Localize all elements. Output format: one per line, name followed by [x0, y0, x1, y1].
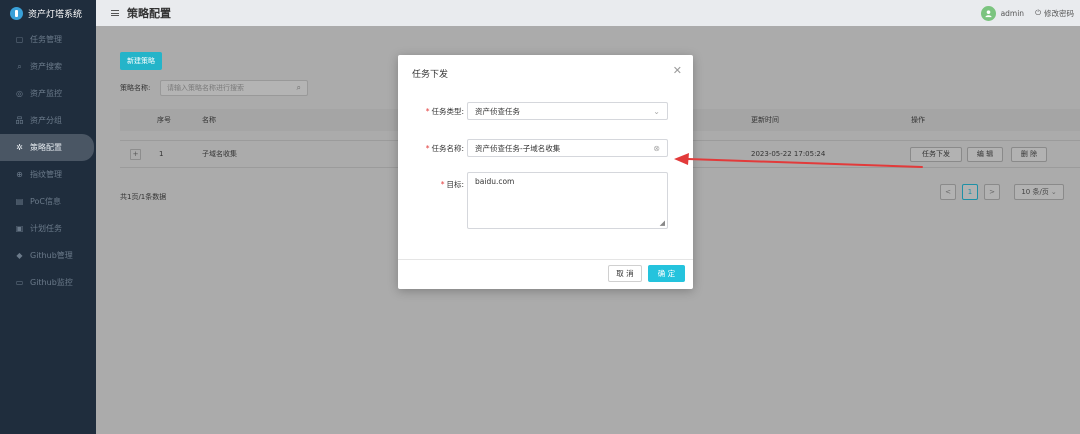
- cancel-button[interactable]: 取 消: [608, 265, 642, 282]
- clear-icon[interactable]: ⊗: [653, 144, 660, 153]
- sidebar-item-label: Github监控: [30, 278, 73, 287]
- search-placeholder: 请输入策略名称进行搜索: [167, 84, 244, 92]
- target-label: * 目标:: [441, 179, 464, 190]
- sidebar-item[interactable]: ▣ 计划任务: [0, 215, 96, 242]
- col-name: 名称: [202, 116, 216, 124]
- filter-label: 策略名称:: [120, 84, 151, 92]
- dialog-title: 任务下发: [412, 70, 449, 80]
- chevron-down-icon: ⌄: [1050, 188, 1057, 196]
- document-icon: ▤: [15, 197, 24, 206]
- required-asterisk: *: [425, 107, 430, 116]
- sidebar-menu: ▢ 任务管理 ⌕ 资产搜索 ◎ 资产监控品资产分组 ✲ 策略配置 ⊕ 指纹管理 ▤ PoC信息 ▣ 计划任…: [0, 26, 96, 296]
- close-icon[interactable]: ✕: [673, 64, 682, 77]
- strategy-search-input[interactable]: 请输入策略名称进行搜索 ⌕: [160, 80, 308, 96]
- annotation-arrow-icon: [674, 153, 923, 168]
- task-name-input[interactable]: 资产侦查任务-子域名收集 ⊗: [467, 139, 668, 157]
- sidebar-item[interactable]: ▢ 任务管理: [0, 26, 96, 53]
- sidebar-item-label: 计划任务: [30, 224, 62, 233]
- task-type-label-text: 任务类型:: [431, 107, 464, 116]
- page-size-select[interactable]: 10 条/页 ⌄: [1014, 184, 1064, 200]
- target-textarea[interactable]: baidu.com ◢: [467, 172, 668, 229]
- page-1-button[interactable]: 1: [962, 184, 978, 200]
- sidebar-item-label: 资产分组: [30, 116, 62, 125]
- calendar-icon: ▣: [15, 224, 24, 233]
- chevron-down-icon: ⌄: [653, 106, 660, 116]
- dispatch-task-dialog: 任务下发 ✕ * 任务类型: 资产侦查任务 ⌄ * 任务名称: 资产侦查任务-子域名…: [398, 55, 693, 289]
- page-title: 策略配置: [127, 7, 171, 20]
- sidebar-item[interactable]: ⊕ 指纹管理: [0, 161, 96, 188]
- user-area: admin ⏻ 修改密码: [980, 5, 1080, 21]
- new-strategy-button[interactable]: 新建策略: [120, 52, 162, 70]
- sidebar-item[interactable]: ▭ Github监控: [0, 269, 96, 296]
- sidebar-item[interactable]: ◆ Github管理: [0, 242, 96, 269]
- sidebar-item[interactable]: ◎ 资产监控: [0, 80, 96, 107]
- menu-toggle-icon[interactable]: [111, 10, 119, 16]
- edit-button[interactable]: 编 辑: [967, 146, 1003, 162]
- search-icon: ⌕: [17, 61, 22, 71]
- target-value: baidu.com: [475, 177, 515, 186]
- hierarchy-icon: 品: [15, 116, 24, 125]
- row-name: 子域名收集: [202, 150, 237, 158]
- sidebar-item[interactable]: ▤ PoC信息: [0, 188, 96, 215]
- next-page-button[interactable]: >: [984, 184, 1000, 200]
- task-name-label-text: 任务名称:: [431, 144, 464, 153]
- required-asterisk: *: [425, 144, 430, 153]
- user-icon: [984, 9, 992, 17]
- task-type-select[interactable]: 资产侦查任务 ⌄: [467, 102, 668, 120]
- fingerprint-icon: ⊕: [16, 170, 23, 179]
- sidebar-item-label: 策略配置: [30, 143, 62, 152]
- avatar[interactable]: [980, 5, 996, 21]
- search-icon[interactable]: ⌕: [297, 83, 301, 93]
- github-icon: ◆: [16, 251, 23, 260]
- sidebar-item-label: 指纹管理: [30, 170, 62, 179]
- sidebar-item-label: 资产搜索: [30, 62, 62, 71]
- target-label-text: 目标:: [446, 180, 464, 189]
- prev-page-button[interactable]: <: [940, 184, 956, 200]
- required-asterisk: *: [440, 180, 445, 189]
- sidebar-item-label: 任务管理: [30, 35, 62, 44]
- brand: 资产灯塔系统: [0, 0, 96, 26]
- sidebar-item[interactable]: ⌕ 资产搜索: [0, 53, 96, 80]
- page-size-value: 10 条/页: [1021, 188, 1049, 196]
- expand-row-icon[interactable]: +: [130, 148, 141, 160]
- pagination: < 1 > 10 条/页 ⌄: [940, 184, 1064, 200]
- confirm-button[interactable]: 确 定: [648, 265, 685, 282]
- power-icon: ⏻: [1035, 8, 1041, 17]
- clipboard-icon: ▢: [15, 35, 24, 44]
- gear-icon: ✲: [16, 143, 23, 152]
- change-password-label: 修改密码: [1044, 8, 1074, 18]
- pagination-total: 共1页/1条数据: [120, 193, 167, 201]
- top-header: 策略配置 admin ⏻ 修改密码: [96, 0, 1080, 26]
- sidebar-item-label: 资产监控: [30, 89, 62, 98]
- task-name-label: * 任务名称:: [426, 143, 464, 154]
- username: admin: [1000, 8, 1025, 18]
- screen-icon: ▭: [15, 278, 24, 287]
- sidebar-item[interactable]: ✲ 策略配置: [0, 134, 94, 161]
- row-index: 1: [159, 150, 164, 158]
- footer-divider: [398, 259, 693, 260]
- sidebar-item[interactable]: 品资产分组: [0, 107, 96, 134]
- sidebar-item-label: PoC信息: [30, 197, 62, 206]
- sidebar-item-label: Github管理: [30, 251, 73, 260]
- change-password-link[interactable]: ⏻ 修改密码: [1035, 8, 1074, 19]
- delete-button[interactable]: 删 除: [1011, 146, 1047, 162]
- col-updated: 更新时间: [751, 116, 779, 124]
- task-name-value: 资产侦查任务-子域名收集: [475, 143, 561, 153]
- app-title: 资产灯塔系统: [28, 9, 83, 20]
- task-type-value: 资产侦查任务: [475, 106, 520, 116]
- sidebar: 资产灯塔系统 ▢ 任务管理 ⌕ 资产搜索 ◎ 资产监控品资产分组 ✲ 策略配置 ⊕ 指纹管理 ▤ Po…: [0, 0, 96, 434]
- lighthouse-logo-icon: [10, 6, 23, 20]
- col-actions: 操作: [911, 116, 925, 124]
- monitor-icon: ◎: [16, 89, 23, 98]
- task-type-label: * 任务类型:: [426, 106, 464, 117]
- resize-handle-icon[interactable]: ◢: [660, 219, 665, 227]
- col-index: 序号: [157, 116, 171, 124]
